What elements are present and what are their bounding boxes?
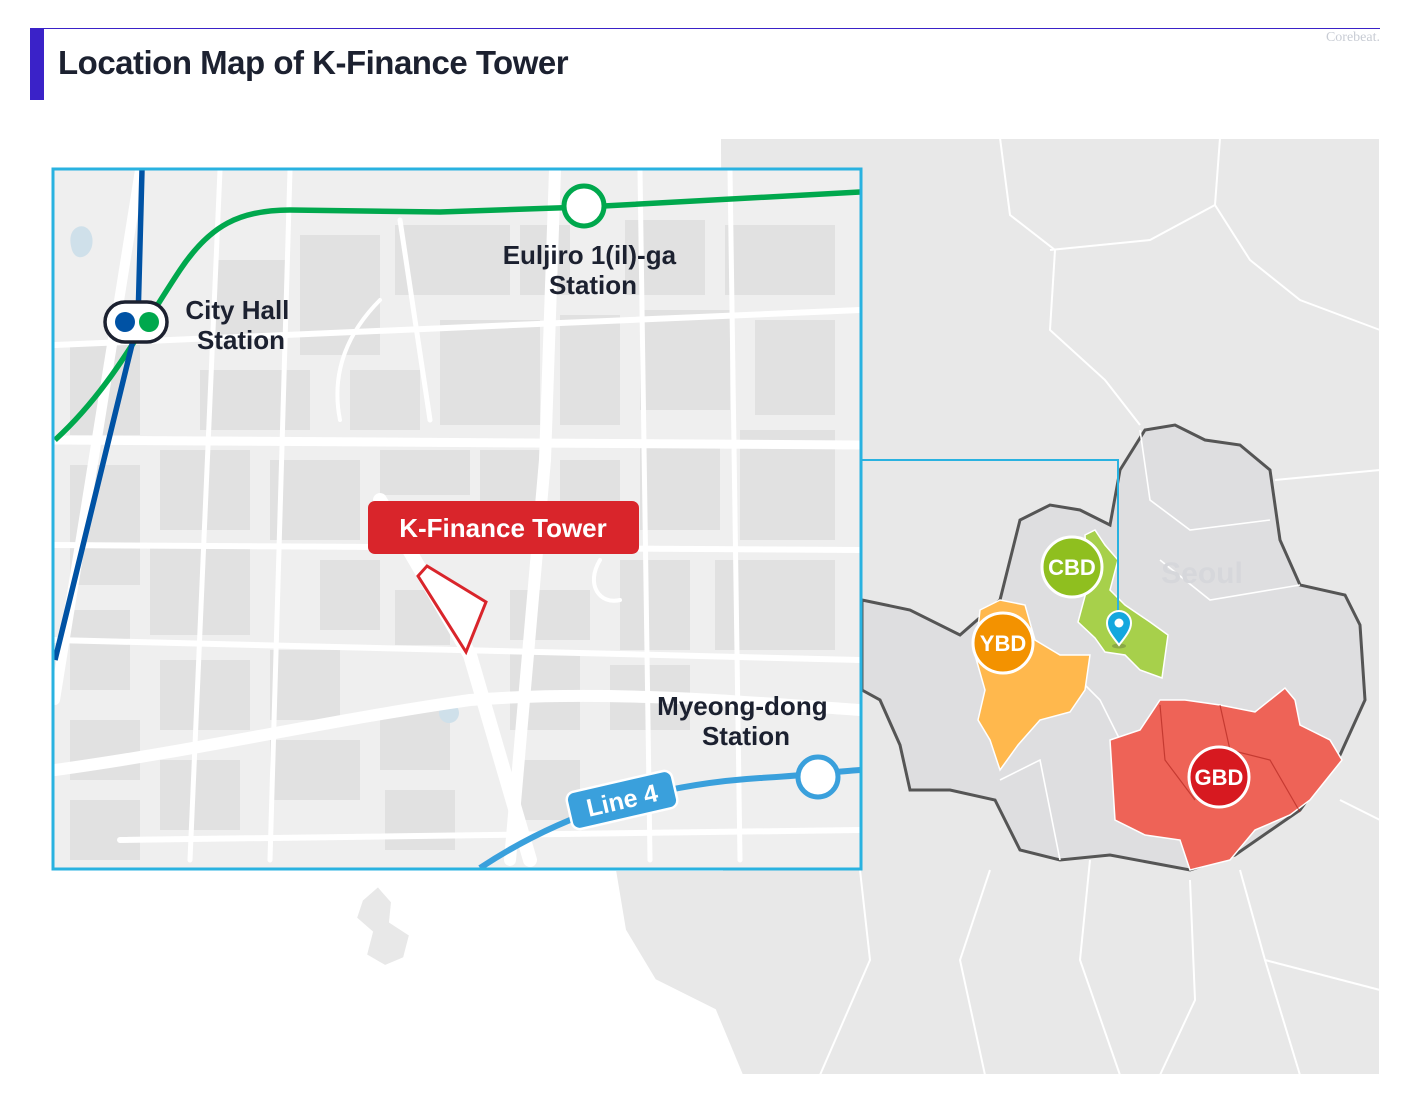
k-finance-tower-badge[interactable]: K-Finance Tower xyxy=(368,501,639,554)
k-finance-tower-label: K-Finance Tower xyxy=(399,513,607,543)
city-hall-station-marker[interactable] xyxy=(103,300,169,344)
district-badge-ybd[interactable]: YBD xyxy=(971,611,1035,675)
district-badge-cbd[interactable]: CBD xyxy=(1040,535,1104,599)
district-label-gbd: GBD xyxy=(1195,765,1244,790)
location-map[interactable]: Seoul CBD YBD GBD Euljiro 1(il)-ga Stati… xyxy=(0,0,1410,1107)
district-label-ybd: YBD xyxy=(980,631,1026,656)
island-shape xyxy=(354,884,412,968)
euljiro-station-marker[interactable] xyxy=(561,183,607,229)
city-hall-station-label: City Hall Station xyxy=(185,295,296,355)
myeongdong-station-marker[interactable] xyxy=(795,754,841,800)
district-badge-gbd[interactable]: GBD xyxy=(1187,745,1251,809)
city-label-seoul: Seoul xyxy=(1161,557,1243,590)
district-label-cbd: CBD xyxy=(1048,555,1096,580)
